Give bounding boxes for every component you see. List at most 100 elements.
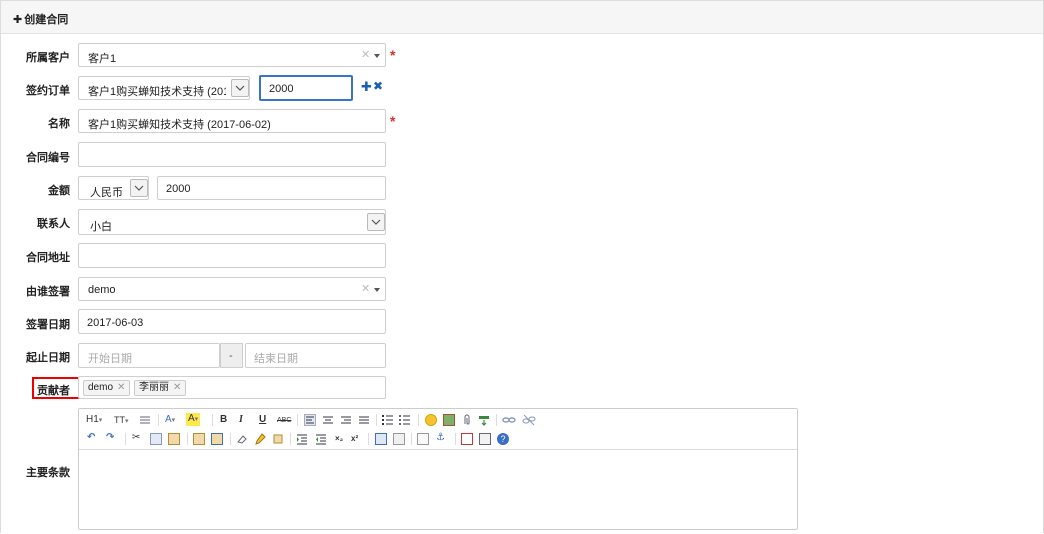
add-icon[interactable]: ✚ (361, 79, 372, 95)
highlight-color-button[interactable]: A▾ (186, 413, 201, 426)
preview-icon[interactable] (479, 433, 491, 445)
eraser-icon[interactable] (236, 433, 248, 445)
signed-date-label: 签署日期 (26, 319, 70, 331)
signed-date-input[interactable]: 2017-06-03 (78, 309, 386, 334)
contributors-label: 贡献者 (37, 385, 70, 397)
font-color-button[interactable]: A▾ (165, 414, 175, 427)
indent-icon[interactable] (296, 433, 308, 445)
paragraph-icon[interactable] (139, 414, 151, 426)
customer-label: 所属客户 (26, 52, 70, 64)
start-date-placeholder: 开始日期 (88, 353, 132, 365)
panel-header: ✚ 创建合同 (1, 1, 1043, 34)
contributor-tag: 李丽丽 ✕ (134, 380, 187, 396)
table-icon[interactable] (375, 433, 387, 445)
format-painter-icon[interactable] (272, 433, 284, 445)
terms-editor[interactable]: H1▾ TT▾ A▾ A▾ B I U ABC ↶ ↷ ✂ ×₂ x² ⚓ ? (78, 408, 798, 530)
chevron-down-icon (371, 219, 381, 225)
help-icon[interactable]: ? (497, 433, 509, 445)
period-label: 起止日期 (26, 352, 70, 364)
order-select[interactable]: 客户1购买蝉知技术支持 (201 (78, 76, 250, 100)
name-input[interactable]: 客户1购买蝉知技术支持 (2017-06-02) (78, 109, 386, 133)
customer-select[interactable]: 客户1 ✕ (78, 43, 386, 67)
cut-icon[interactable]: ✂ (132, 432, 140, 444)
start-date-input[interactable]: 开始日期 (78, 343, 220, 368)
undo-icon[interactable]: ↶ (87, 432, 95, 444)
clear-icon[interactable]: ✕ (361, 282, 370, 295)
italic-button[interactable]: I (239, 414, 243, 426)
plus-icon: ✚ (13, 14, 23, 26)
remove-tag-icon[interactable]: ✕ (117, 382, 125, 393)
contact-select[interactable]: 小白 (78, 209, 386, 235)
insert-table-icon[interactable] (478, 414, 490, 426)
heading-button[interactable]: H1▾ (86, 414, 102, 427)
code-label: 合同编号 (26, 152, 70, 164)
contact-label: 联系人 (37, 218, 70, 230)
chevron-down-icon[interactable] (374, 54, 380, 58)
align-left-icon[interactable] (304, 414, 316, 426)
paste-word-icon[interactable] (211, 433, 223, 445)
date-separator: - (220, 343, 243, 368)
currency-value: 人民币 (90, 187, 123, 199)
attachment-icon[interactable] (461, 414, 473, 426)
align-right-icon[interactable] (340, 414, 352, 426)
amount-value: 2000 (166, 183, 191, 195)
chevron-down-icon[interactable] (374, 288, 380, 292)
ordered-list-icon[interactable] (382, 414, 394, 426)
address-input[interactable] (78, 243, 386, 268)
copy-icon[interactable] (150, 433, 162, 445)
page-title: ✚ 创建合同 (13, 14, 69, 26)
signed-date-value: 2017-06-03 (87, 317, 144, 329)
fullscreen-icon[interactable] (461, 433, 473, 445)
font-size-button[interactable]: TT▾ (114, 414, 129, 428)
order-label: 签约订单 (26, 85, 70, 97)
source-icon[interactable] (393, 433, 405, 445)
anchor-icon[interactable]: ⚓ (436, 432, 445, 444)
currency-select[interactable]: 人民币 (78, 176, 149, 200)
unordered-list-icon[interactable] (399, 414, 411, 426)
bold-button[interactable]: B (220, 414, 227, 426)
signed-by-label: 由谁签署 (26, 286, 70, 298)
currency-dropdown-button[interactable] (130, 179, 148, 197)
code-input[interactable] (78, 142, 386, 167)
contributor-tag: demo ✕ (83, 380, 131, 396)
order-select-value: 客户1购买蝉知技术支持 (201 (88, 86, 226, 98)
brush-icon[interactable] (254, 433, 266, 445)
customer-value: 客户1 (88, 53, 117, 65)
page-break-icon[interactable] (417, 433, 429, 445)
strikethrough-button[interactable]: ABC (277, 415, 291, 427)
remove-tag-icon[interactable]: ✕ (173, 382, 181, 393)
image-icon[interactable] (443, 414, 455, 426)
signed-by-select[interactable]: demo ✕ (78, 277, 386, 301)
contributors-select[interactable]: demo ✕ 李丽丽 ✕ (78, 376, 386, 399)
terms-label: 主要条款 (26, 467, 70, 479)
clear-icon[interactable]: ✕ (361, 48, 370, 61)
address-label: 合同地址 (26, 252, 70, 264)
subscript-button[interactable]: ×₂ (335, 433, 343, 445)
superscript-button[interactable]: x² (351, 433, 358, 445)
end-date-input[interactable]: 结束日期 (245, 343, 386, 368)
contact-dropdown-button[interactable] (367, 213, 385, 231)
redo-icon[interactable]: ↷ (106, 432, 114, 444)
paste-text-icon[interactable] (193, 433, 205, 445)
end-date-placeholder: 结束日期 (254, 353, 298, 365)
underline-button[interactable]: U (259, 414, 266, 426)
emoticon-icon[interactable] (425, 414, 437, 426)
name-value: 客户1购买蝉知技术支持 (2017-06-02) (88, 119, 271, 131)
contact-value: 小白 (90, 221, 112, 233)
editor-toolbar: H1▾ TT▾ A▾ A▾ B I U ABC ↶ ↷ ✂ ×₂ x² ⚓ ? (79, 409, 797, 450)
align-center-icon[interactable] (322, 414, 334, 426)
paste-icon[interactable] (168, 433, 180, 445)
align-justify-icon[interactable] (358, 414, 370, 426)
amount-input[interactable]: 2000 (157, 176, 386, 200)
order-dropdown-button[interactable] (231, 79, 249, 97)
unlink-icon[interactable] (522, 414, 536, 426)
order-amount-value: 2000 (269, 83, 294, 95)
link-icon[interactable] (502, 414, 516, 426)
remove-icon[interactable]: ✖ (373, 79, 383, 93)
chevron-down-icon (134, 185, 144, 191)
signed-by-value: demo (88, 284, 116, 296)
order-amount-input[interactable]: 2000 (259, 75, 353, 101)
outdent-icon[interactable] (315, 433, 327, 445)
required-marker: * (390, 113, 396, 129)
chevron-down-icon (235, 85, 245, 91)
